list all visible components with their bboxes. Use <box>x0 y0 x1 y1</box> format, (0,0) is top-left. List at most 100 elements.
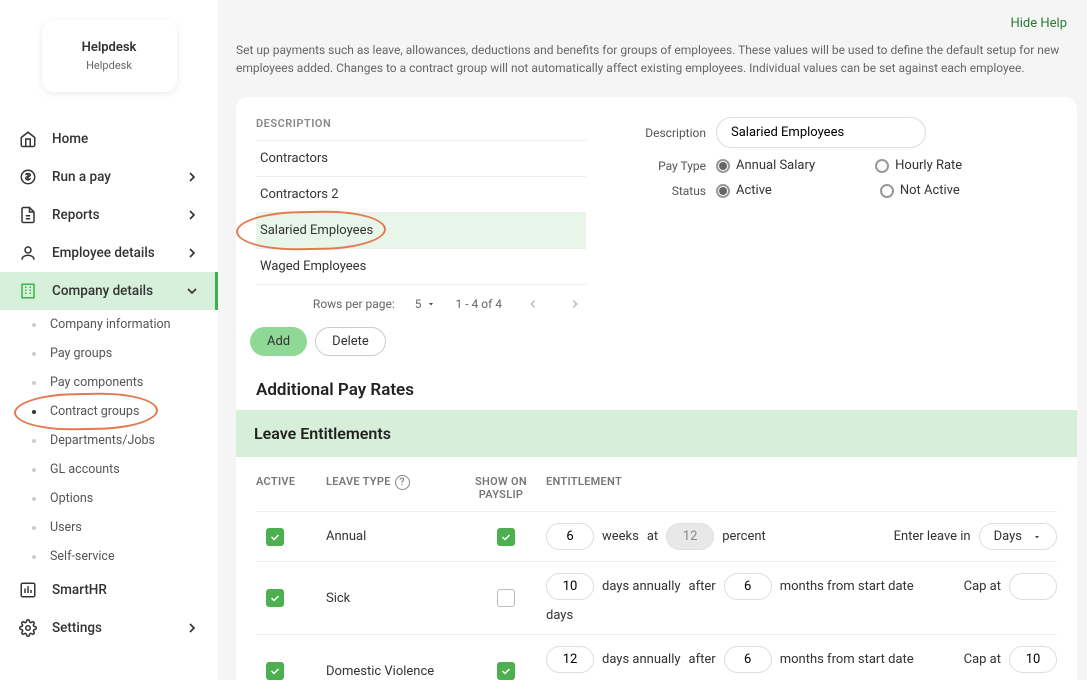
additional-pay-rates-heading: Additional Pay Rates <box>256 380 1057 400</box>
nav-smart-hr[interactable]: SmartHR <box>0 571 218 609</box>
form-panel: Description Pay Type Annual Salary Hourl… <box>626 113 1057 356</box>
subnav-users[interactable]: Users <box>0 513 218 542</box>
leave-type-label: Domestic Violence <box>326 664 456 679</box>
subnav-gl-accounts[interactable]: GL accounts <box>0 455 218 484</box>
tail-select[interactable]: Days <box>979 523 1057 550</box>
dollar-icon <box>18 167 38 187</box>
subnav-departments[interactable]: Departments/Jobs <box>0 426 218 455</box>
description-row-waged[interactable]: Waged Employees <box>256 249 586 285</box>
person-icon <box>18 243 38 263</box>
profile-subtitle: Helpdesk <box>72 59 147 72</box>
entitlement-value-input[interactable] <box>546 573 594 600</box>
col-leave-type: LEAVE TYPE? <box>326 475 456 501</box>
leave-entitlements-heading: Leave Entitlements <box>236 410 1077 457</box>
entitlement-value-input[interactable] <box>546 646 594 673</box>
leave-row: AnnualweeksatpercentEnter leave inDays <box>256 511 1057 561</box>
pager-prev[interactable] <box>522 293 544 315</box>
entitlement-value2-input[interactable] <box>666 523 714 550</box>
nav-reports[interactable]: Reports <box>0 196 218 234</box>
main-nav-lower: SmartHR Settings <box>0 571 218 647</box>
tail-label: Cap at <box>964 579 1001 594</box>
chart-icon <box>18 580 38 600</box>
chevron-right-icon <box>184 207 200 223</box>
show-on-payslip-checkbox[interactable] <box>497 589 515 607</box>
chevron-right-icon <box>184 620 200 636</box>
leave-type-label: Annual <box>326 529 456 544</box>
entitlement-cell: days annuallyaftermonths from start date… <box>546 646 1057 680</box>
subnav-pay-groups[interactable]: Pay groups <box>0 339 218 368</box>
nav-home-label: Home <box>52 131 88 147</box>
mid-label: after <box>689 579 716 594</box>
pager-next[interactable] <box>564 293 586 315</box>
entitlement-value2-input[interactable] <box>724 646 772 673</box>
tail-input[interactable] <box>1009 646 1057 673</box>
pay-type-annual-radio[interactable]: Annual Salary <box>716 158 815 173</box>
entitlement-cell: days annuallyaftermonths from start date… <box>546 573 1057 623</box>
unit2-label: percent <box>722 529 766 544</box>
nav-employee-details[interactable]: Employee details <box>0 234 218 272</box>
description-header: DESCRIPTION <box>256 113 586 141</box>
home-icon <box>18 129 38 149</box>
tail-unit: days <box>546 608 573 623</box>
subnav-options[interactable]: Options <box>0 484 218 513</box>
entitlement-value2-input[interactable] <box>724 573 772 600</box>
profile-card: Helpdesk Helpdesk <box>42 20 177 92</box>
rows-per-page-select[interactable]: 5 <box>415 297 436 311</box>
show-on-payslip-checkbox[interactable] <box>497 662 515 680</box>
active-checkbox[interactable] <box>266 589 284 607</box>
gear-icon <box>18 618 38 638</box>
content-card: DESCRIPTION Contractors Contractors 2 Sa… <box>236 97 1077 680</box>
mid-label: after <box>689 652 716 667</box>
nav-run-a-pay[interactable]: Run a pay <box>0 158 218 196</box>
show-on-payslip-checkbox[interactable] <box>497 528 515 546</box>
rows-per-page-label: Rows per page: <box>313 297 395 311</box>
help-text: Set up payments such as leave, allowance… <box>236 35 1077 97</box>
subnav-company-info[interactable]: Company information <box>0 310 218 339</box>
nav-home[interactable]: Home <box>0 120 218 158</box>
building-icon <box>18 281 38 301</box>
subnav-contract-groups[interactable]: Contract groups <box>0 397 218 426</box>
active-checkbox[interactable] <box>266 662 284 680</box>
nav-run-a-pay-label: Run a pay <box>52 169 111 185</box>
entitlement-value-input[interactable] <box>546 523 594 550</box>
chevron-right-icon <box>184 169 200 185</box>
table-pager: Rows per page: 5 1 - 4 of 4 <box>256 285 586 323</box>
description-list: DESCRIPTION Contractors Contractors 2 Sa… <box>256 113 586 356</box>
mid-label: at <box>647 529 658 544</box>
status-inactive-radio[interactable]: Not Active <box>880 183 960 198</box>
sidebar: Helpdesk Helpdesk Home Run a pay Reports… <box>0 0 218 680</box>
pay-type-label: Pay Type <box>626 159 706 173</box>
nav-company-details[interactable]: Company details <box>0 272 218 310</box>
description-input[interactable] <box>716 117 926 148</box>
leave-table: ACTIVE LEAVE TYPE? SHOW ON PAYSLIP ENTIT… <box>256 475 1057 680</box>
col-entitlement: ENTITLEMENT <box>546 475 1057 501</box>
description-label: Description <box>626 126 706 140</box>
description-row-salaried[interactable]: Salaried Employees <box>256 213 586 249</box>
leave-row: Domestic Violencedays annuallyaftermonth… <box>256 634 1057 680</box>
unit-label: days annually <box>602 652 681 667</box>
subnav-pay-components[interactable]: Pay components <box>0 368 218 397</box>
nav-settings-label: Settings <box>52 620 102 636</box>
main-nav: Home Run a pay Reports Employee details … <box>0 120 218 310</box>
description-row-contractors[interactable]: Contractors <box>256 141 586 177</box>
entitlement-cell: weeksatpercentEnter leave inDays <box>546 523 1057 550</box>
tail-input[interactable] <box>1009 573 1057 600</box>
nav-company-label: Company details <box>52 283 153 299</box>
col-show-on-payslip: SHOW ON PAYSLIP <box>456 475 546 501</box>
help-icon[interactable]: ? <box>395 475 410 490</box>
delete-button[interactable]: Delete <box>315 327 386 356</box>
nav-settings[interactable]: Settings <box>0 609 218 647</box>
status-label: Status <box>626 184 706 198</box>
add-button[interactable]: Add <box>250 327 307 356</box>
hide-help-link[interactable]: Hide Help <box>236 12 1077 35</box>
subnav-self-service[interactable]: Self-service <box>0 542 218 571</box>
pager-range: 1 - 4 of 4 <box>456 297 502 311</box>
document-icon <box>18 205 38 225</box>
leave-type-label: Sick <box>326 591 456 606</box>
description-row-contractors-2[interactable]: Contractors 2 <box>256 177 586 213</box>
profile-title: Helpdesk <box>72 40 147 55</box>
status-active-radio[interactable]: Active <box>716 183 772 198</box>
pay-type-hourly-radio[interactable]: Hourly Rate <box>875 158 962 173</box>
unit-label: weeks <box>602 529 639 544</box>
active-checkbox[interactable] <box>266 528 284 546</box>
